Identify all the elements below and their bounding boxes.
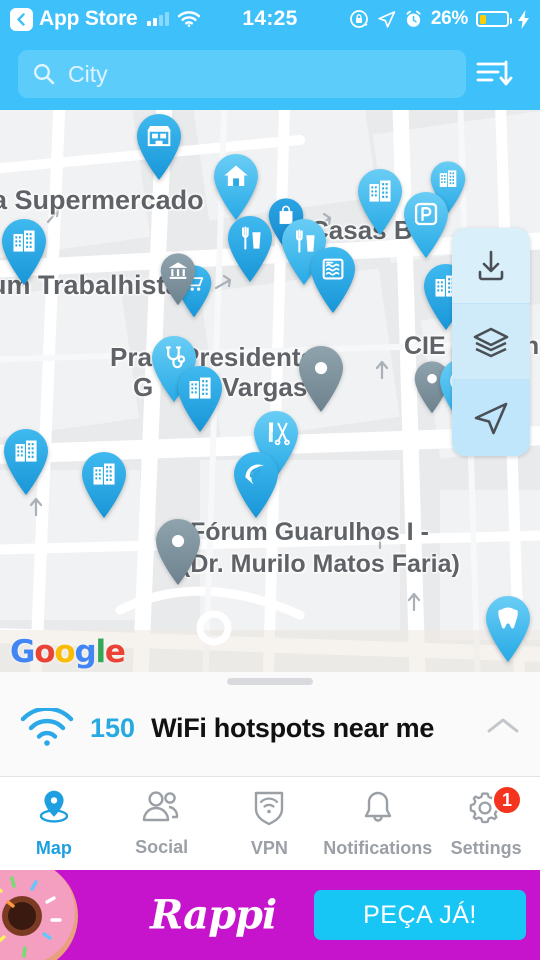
google-letter-g: G bbox=[10, 634, 35, 670]
map-controls bbox=[452, 228, 530, 456]
sort-descending-icon bbox=[476, 60, 513, 86]
back-to-app-store-button[interactable] bbox=[10, 7, 33, 31]
chevron-up-icon bbox=[487, 718, 519, 732]
ad-cta-button[interactable]: PEÇA JÁ! bbox=[314, 890, 526, 940]
download-icon bbox=[478, 250, 504, 280]
tab-label: Notifications bbox=[323, 838, 433, 858]
map-pin[interactable] bbox=[398, 188, 454, 260]
lightning-bolt-icon bbox=[518, 9, 529, 29]
google-letter-o1: o bbox=[34, 634, 55, 670]
pin-dot-icon bbox=[156, 519, 200, 585]
battery-icon bbox=[476, 11, 512, 27]
chevron-left-icon bbox=[17, 12, 25, 26]
shield-wifi-icon bbox=[249, 788, 289, 833]
map-pin[interactable] bbox=[480, 592, 536, 664]
map-pin[interactable] bbox=[0, 425, 54, 497]
pin-dot-icon bbox=[299, 346, 343, 412]
tooth-icon bbox=[486, 596, 530, 662]
hotspot-label: WiFi hotspots near me bbox=[151, 712, 435, 743]
map-pin[interactable] bbox=[172, 362, 228, 434]
sheet-drag-handle[interactable] bbox=[227, 678, 313, 685]
map-pin-icon bbox=[32, 788, 76, 833]
tab-settings[interactable]: Settings 1 bbox=[432, 777, 540, 870]
download-button[interactable] bbox=[452, 228, 530, 304]
map-pin[interactable] bbox=[222, 212, 278, 284]
pool-icon bbox=[311, 247, 355, 313]
google-letter-o2: o bbox=[54, 634, 75, 670]
tab-label: Settings bbox=[450, 838, 522, 858]
people-icon bbox=[139, 789, 185, 832]
donut-image bbox=[0, 870, 78, 960]
map-pin[interactable] bbox=[150, 515, 206, 587]
search-input[interactable] bbox=[68, 60, 452, 88]
layers-icon bbox=[473, 327, 509, 357]
notification-badge: 1 bbox=[492, 785, 523, 815]
bottom-tab-bar: Map Social VPN Notifications Settings 1 bbox=[0, 776, 540, 870]
map-pin[interactable] bbox=[131, 110, 187, 182]
app-root: App Store 14:25 26% City a Supermercado … bbox=[0, 0, 540, 960]
hotspot-count: 150 bbox=[90, 712, 136, 743]
store-icon bbox=[137, 114, 181, 180]
layers-button[interactable] bbox=[452, 304, 530, 380]
map-pin[interactable] bbox=[156, 250, 200, 307]
ad-banner[interactable]: Rappi PEÇA JÁ! bbox=[0, 870, 540, 960]
building-icon bbox=[178, 366, 222, 432]
tab-label: Map bbox=[35, 838, 72, 858]
croissant-icon bbox=[234, 452, 278, 518]
status-bar: App Store 14:25 26% bbox=[0, 0, 540, 38]
locate-button[interactable] bbox=[452, 380, 530, 456]
status-bar-app-name[interactable]: App Store bbox=[39, 7, 138, 31]
cellular-signal-icon bbox=[146, 12, 169, 26]
google-letter-e: e bbox=[104, 634, 126, 670]
search-field[interactable] bbox=[18, 50, 466, 98]
expand-sheet-button[interactable] bbox=[486, 715, 520, 742]
bank-icon bbox=[160, 253, 196, 306]
tab-notifications[interactable]: Notifications bbox=[323, 777, 432, 870]
bell-icon bbox=[358, 788, 398, 833]
tab-social[interactable]: Social bbox=[108, 777, 216, 870]
building-icon bbox=[82, 452, 126, 518]
building-icon bbox=[4, 429, 48, 495]
google-attribution: Google bbox=[10, 634, 126, 670]
map-view[interactable]: a Supermercado Casas Ba um Trabalhista Pra P… bbox=[0, 110, 540, 680]
food-drink-icon bbox=[228, 216, 272, 282]
google-letter-l: l bbox=[95, 634, 106, 670]
google-letter-g2: g bbox=[74, 634, 96, 670]
wifi-icon bbox=[177, 11, 200, 27]
tab-map[interactable]: Map bbox=[0, 777, 108, 870]
alarm-clock-icon bbox=[406, 10, 421, 27]
tab-label: Social bbox=[135, 837, 189, 857]
hotspots-sheet[interactable]: 150 WiFi hotspots near me bbox=[0, 672, 540, 776]
map-pin[interactable] bbox=[228, 448, 284, 520]
tab-vpn[interactable]: VPN bbox=[216, 777, 324, 870]
parking-icon bbox=[404, 192, 448, 258]
location-arrow-icon bbox=[378, 10, 396, 28]
building-icon bbox=[2, 219, 46, 285]
rotation-lock-icon bbox=[350, 10, 368, 28]
search-bar bbox=[0, 38, 540, 110]
navigate-arrow-icon bbox=[474, 402, 508, 435]
tab-label: VPN bbox=[250, 838, 288, 858]
map-pin[interactable] bbox=[305, 243, 361, 315]
sort-button[interactable] bbox=[466, 50, 522, 98]
map-pin[interactable] bbox=[76, 448, 132, 520]
search-icon bbox=[34, 64, 55, 85]
map-pin[interactable] bbox=[0, 215, 52, 287]
ad-brand: Rappi bbox=[150, 891, 277, 939]
map-pin[interactable] bbox=[293, 342, 349, 414]
wifi-signal-icon bbox=[20, 708, 74, 746]
battery-percent: 26% bbox=[430, 8, 468, 29]
